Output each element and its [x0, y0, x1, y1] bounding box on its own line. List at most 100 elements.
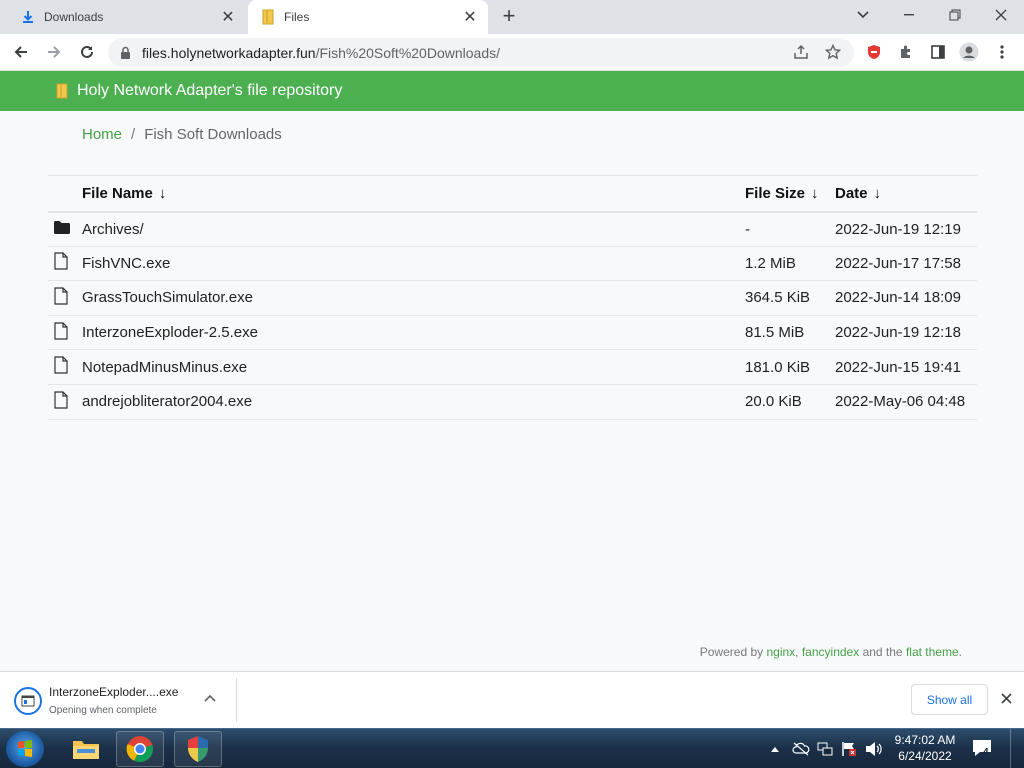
minimize-button[interactable] — [886, 0, 932, 30]
file-icon — [48, 280, 82, 316]
volume-icon[interactable] — [865, 729, 883, 768]
show-all-button[interactable]: Show all — [911, 684, 988, 715]
folder-icon — [48, 211, 82, 247]
close-window-button[interactable] — [978, 0, 1024, 30]
table-row[interactable]: Archives/ - 2022-Jun-19 12:19 — [48, 211, 977, 247]
sort-by-size-header[interactable]: File Size ↓ — [745, 175, 835, 213]
browser-toolbar: files.holynetworkadapter.fun/Fish%20Soft… — [0, 34, 1024, 71]
file-date: 2022-Jun-17 17:58 — [835, 246, 977, 282]
file-size: 364.5 KiB — [745, 280, 835, 316]
back-button[interactable] — [8, 39, 34, 65]
action-center-flag-icon[interactable] — [841, 729, 857, 768]
file-name-link[interactable]: InterzoneExploder-2.5.exe — [82, 315, 745, 351]
cloud-offline-icon[interactable] — [792, 729, 810, 768]
download-icon — [20, 9, 36, 25]
file-name-link[interactable]: GrassTouchSimulator.exe — [82, 280, 745, 316]
show-desktop-button[interactable] — [1010, 729, 1024, 768]
shield-extension-icon[interactable] — [861, 39, 887, 65]
fancyindex-link[interactable]: fancyindex — [802, 645, 859, 659]
clock-date: 6/24/2022 — [898, 749, 952, 763]
file-size: - — [745, 211, 835, 247]
table-row[interactable]: NotepadMinusMinus.exe 181.0 KiB 2022-Jun… — [48, 349, 977, 385]
table-row[interactable]: GrassTouchSimulator.exe 364.5 KiB 2022-J… — [48, 280, 977, 316]
nginx-link[interactable]: nginx — [766, 645, 795, 659]
notification-count-badge: 4 — [983, 747, 989, 758]
file-name-link[interactable]: Archives/ — [82, 211, 745, 247]
divider — [236, 678, 237, 722]
breadcrumb-home-link[interactable]: Home — [82, 126, 122, 143]
lock-icon[interactable] — [120, 46, 134, 60]
notifications-icon[interactable]: 4 — [972, 739, 994, 759]
download-status: Opening when complete — [49, 705, 157, 716]
shield-icon — [188, 736, 208, 762]
download-filename: InterzoneExploder....exe — [49, 685, 179, 699]
file-icon — [48, 246, 82, 282]
flat-theme-link[interactable]: flat theme — [906, 645, 959, 659]
url-host: files.holynetworkadapter.fun — [142, 44, 316, 61]
profile-avatar-icon[interactable] — [956, 39, 982, 65]
file-icon — [48, 349, 82, 385]
windows-taskbar: 9:47:02 AM 6/24/2022 4 — [0, 728, 1024, 768]
file-name-link[interactable]: andrejobliterator2004.exe — [82, 384, 745, 420]
sort-by-date-header[interactable]: Date ↓ — [835, 175, 977, 213]
chrome-icon — [126, 736, 153, 763]
bookmark-star-icon[interactable] — [820, 39, 846, 65]
tab-strip: Downloads ✕ Files ✕ + — [0, 0, 1024, 34]
security-taskbar-button[interactable] — [174, 731, 222, 767]
file-icon — [48, 384, 82, 420]
site-title: Holy Network Adapter's file repository — [77, 82, 343, 99]
extensions-puzzle-icon[interactable] — [893, 39, 919, 65]
folder-icon — [260, 9, 276, 25]
breadcrumb: Home / Fish Soft Downloads — [82, 126, 282, 143]
explorer-folder-icon — [73, 741, 99, 759]
breadcrumb-separator: / — [131, 126, 136, 143]
forward-button[interactable] — [41, 39, 67, 65]
system-clock[interactable]: 9:47:02 AM 6/24/2022 — [888, 732, 962, 764]
share-icon[interactable] — [788, 39, 814, 65]
file-name-link[interactable]: FishVNC.exe — [82, 246, 745, 282]
start-button[interactable] — [6, 731, 44, 767]
file-date: 2022-Jun-19 12:19 — [835, 211, 977, 247]
restore-button[interactable] — [932, 0, 978, 30]
close-icon[interactable] — [996, 688, 1016, 708]
tab-search-icon[interactable] — [840, 0, 886, 30]
sort-arrow-icon: ↓ — [158, 184, 167, 202]
chevron-up-icon[interactable] — [204, 691, 220, 707]
file-size: 20.0 KiB — [745, 384, 835, 420]
file-date: 2022-Jun-19 12:18 — [835, 315, 977, 351]
address-bar[interactable]: files.holynetworkadapter.fun/Fish%20Soft… — [108, 38, 854, 67]
network-icon[interactable] — [817, 729, 833, 768]
file-date: 2022-May-06 04:48 — [835, 384, 977, 420]
page-footer: Powered by nginx, fancyindex and the fla… — [699, 645, 962, 659]
reload-button[interactable] — [74, 39, 100, 65]
file-size: 181.0 KiB — [745, 349, 835, 385]
file-icon — [48, 315, 82, 351]
show-hidden-icons-button[interactable] — [770, 729, 780, 768]
download-item[interactable]: InterzoneExploder....exe Opening when co… — [14, 683, 236, 723]
menu-kebab-icon[interactable] — [989, 39, 1015, 65]
table-row[interactable]: InterzoneExploder-2.5.exe 81.5 MiB 2022-… — [48, 315, 977, 351]
repository-icon — [56, 83, 68, 99]
close-icon[interactable]: ✕ — [220, 9, 236, 26]
file-date: 2022-Jun-14 18:09 — [835, 280, 977, 316]
chrome-taskbar-button[interactable] — [116, 731, 164, 767]
file-listing-table: File Name ↓ File Size ↓ Date ↓ Archives/ - … — [48, 175, 977, 420]
sort-arrow-icon: ↓ — [873, 184, 882, 202]
new-tab-button[interactable]: + — [496, 5, 522, 29]
sort-arrow-icon: ↓ — [811, 184, 819, 202]
download-shelf: InterzoneExploder....exe Opening when co… — [0, 671, 1024, 728]
close-icon[interactable]: ✕ — [462, 9, 478, 26]
table-row[interactable]: andrejobliterator2004.exe 20.0 KiB 2022-… — [48, 384, 977, 420]
file-explorer-taskbar-button[interactable] — [62, 731, 110, 767]
windows-logo-icon — [18, 740, 32, 757]
file-size: 1.2 MiB — [745, 246, 835, 282]
tab-downloads[interactable]: Downloads ✕ — [8, 0, 246, 34]
tab-title: Downloads — [44, 10, 104, 24]
table-row[interactable]: FishVNC.exe 1.2 MiB 2022-Jun-17 17:58 — [48, 246, 977, 282]
file-name-link[interactable]: NotepadMinusMinus.exe — [82, 349, 745, 385]
url-path: /Fish%20Soft%20Downloads/ — [315, 44, 500, 61]
tab-files[interactable]: Files ✕ — [248, 0, 488, 34]
sort-by-name-header[interactable]: File Name ↓ — [82, 175, 745, 213]
clock-time: 9:47:02 AM — [894, 733, 956, 747]
side-panel-icon[interactable] — [925, 39, 951, 65]
